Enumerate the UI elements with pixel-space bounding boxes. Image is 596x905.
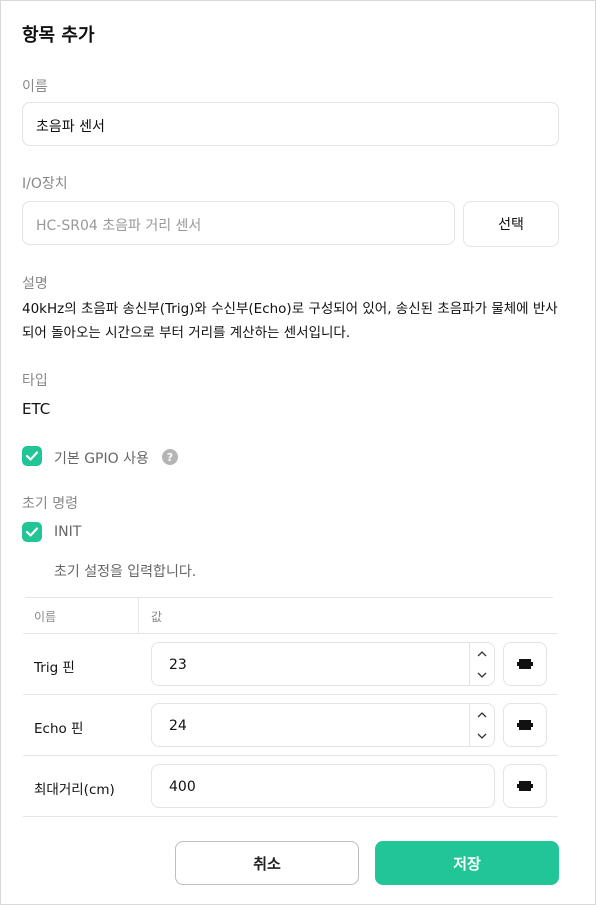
dialog-title: 항목 추가 — [22, 25, 95, 46]
table-top-border — [25, 597, 553, 598]
block-icon — [517, 781, 533, 791]
init-checkbox[interactable] — [22, 522, 42, 542]
name-label: 이름 — [22, 79, 48, 95]
row-label-trig: Trig 핀 — [34, 660, 75, 676]
trig-pin-block-button[interactable] — [503, 642, 547, 686]
io-device-placeholder: HC-SR04 초음파 거리 센서 — [36, 218, 202, 234]
name-input[interactable]: 초음파 센서 — [22, 102, 559, 146]
column-divider — [138, 598, 139, 633]
description-text: 40kHz의 초음파 송신부(Trig)와 수신부(Echo)로 구성되어 있어… — [22, 301, 558, 341]
description-label: 설명 — [22, 276, 48, 292]
stepper-up-icon[interactable] — [470, 704, 494, 725]
table-header-border — [23, 633, 558, 634]
gpio-label: 기본 GPIO 사용 — [54, 451, 149, 467]
check-icon — [26, 451, 38, 461]
add-item-dialog: 항목 추가 이름 초음파 센서 I/O장치 HC-SR04 초음파 거리 센서 … — [0, 0, 596, 905]
trig-pin-stepper[interactable] — [469, 643, 494, 685]
max-distance-block-button[interactable] — [503, 764, 547, 808]
max-distance-input[interactable]: 400 — [151, 764, 495, 808]
row-label-echo: Echo 핀 — [34, 721, 84, 737]
echo-pin-value: 24 — [169, 718, 187, 734]
stepper-up-icon[interactable] — [470, 643, 494, 664]
init-command-label: 초기 명령 — [22, 496, 78, 512]
check-icon — [26, 527, 38, 537]
echo-pin-block-button[interactable] — [503, 703, 547, 747]
init-helper-text: 초기 설정을 입력합니다. — [54, 564, 197, 580]
column-header-value: 값 — [151, 610, 163, 624]
trig-pin-value: 23 — [169, 657, 187, 673]
init-checkbox-label: INIT — [54, 524, 82, 540]
row-divider — [23, 755, 558, 756]
io-device-label: I/O장치 — [22, 176, 68, 192]
block-icon — [517, 659, 533, 669]
stepper-down-icon[interactable] — [470, 725, 494, 746]
row-label-max-distance: 최대거리(cm) — [34, 782, 115, 798]
column-header-name: 이름 — [34, 610, 57, 624]
echo-pin-stepper[interactable] — [469, 704, 494, 746]
type-value: ETC — [22, 400, 51, 418]
select-device-button[interactable]: 선택 — [463, 201, 559, 247]
help-icon[interactable]: ? — [162, 449, 178, 465]
cancel-button[interactable]: 취소 — [175, 841, 359, 885]
echo-pin-input[interactable]: 24 — [151, 703, 495, 747]
name-input-value: 초음파 센서 — [36, 119, 105, 135]
save-button[interactable]: 저장 — [375, 841, 559, 885]
io-device-input[interactable]: HC-SR04 초음파 거리 센서 — [22, 201, 455, 245]
max-distance-value: 400 — [169, 779, 196, 795]
table-bottom-border — [23, 816, 558, 817]
block-icon — [517, 720, 533, 730]
stepper-down-icon[interactable] — [470, 664, 494, 685]
type-label: 타입 — [22, 373, 48, 389]
trig-pin-input[interactable]: 23 — [151, 642, 495, 686]
row-divider — [23, 694, 558, 695]
gpio-checkbox[interactable] — [22, 446, 42, 466]
